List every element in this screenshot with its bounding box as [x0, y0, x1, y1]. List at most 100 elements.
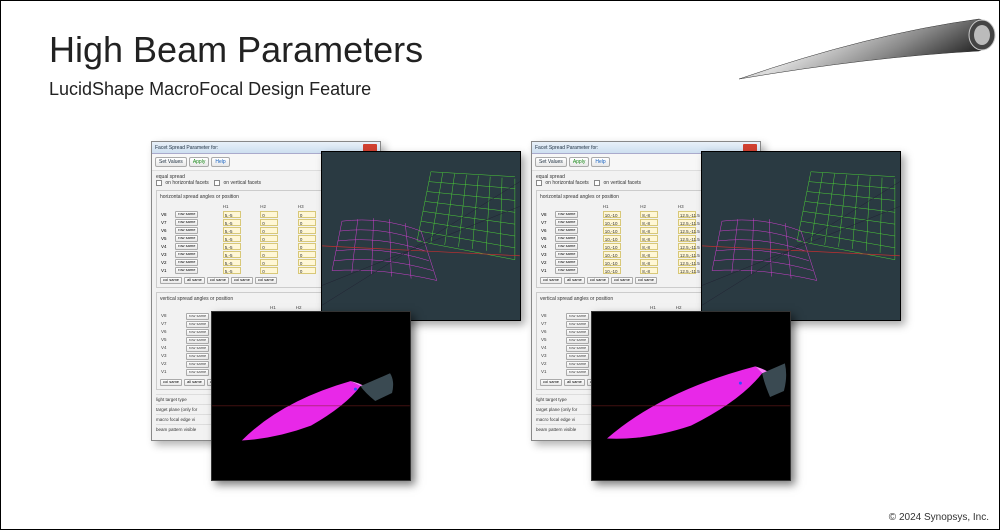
apply-button[interactable]: Apply [569, 157, 590, 167]
row-same-button[interactable]: row same [186, 345, 209, 352]
cell-input[interactable]: 10,-10 [603, 211, 621, 218]
set-values-button[interactable]: Set Values [155, 157, 187, 167]
cell-input[interactable]: 12.5,-11.5 [678, 227, 696, 234]
help-button[interactable]: Help [211, 157, 229, 167]
row-same-button[interactable]: row same [555, 219, 578, 226]
cell-input[interactable]: 8,-8 [640, 243, 658, 250]
vertical-checkbox[interactable] [594, 180, 600, 186]
row-same-button[interactable]: row same [186, 361, 209, 368]
grid-viewport-right[interactable] [701, 151, 901, 321]
row-same-button[interactable]: row same [555, 259, 578, 266]
grid-viewport-left[interactable] [321, 151, 521, 321]
row-same-button[interactable]: row same [555, 267, 578, 274]
all-same-button[interactable]: all same [564, 379, 585, 386]
row-same-button[interactable]: row same [186, 313, 209, 320]
row-same-button[interactable]: row same [566, 353, 589, 360]
cell-input[interactable]: 10,-10 [603, 243, 621, 250]
cell-input[interactable]: 0 [298, 251, 316, 258]
col-same-button[interactable]: col same [207, 277, 229, 284]
cell-input[interactable]: 8,-8 [640, 267, 658, 274]
row-same-button[interactable]: row same [186, 329, 209, 336]
cell-input[interactable]: 5,-5 [223, 267, 241, 274]
horizontal-checkbox[interactable] [156, 180, 162, 186]
cell-input[interactable]: 0 [298, 227, 316, 234]
cell-input[interactable]: 0 [298, 211, 316, 218]
row-same-button[interactable]: row same [566, 369, 589, 376]
cell-input[interactable]: 0 [260, 211, 278, 218]
cell-input[interactable]: 0 [260, 227, 278, 234]
row-same-button[interactable]: row same [175, 267, 198, 274]
cell-input[interactable]: 10,-10 [603, 259, 621, 266]
cell-input[interactable]: 12.5,-11.5 [678, 211, 696, 218]
all-same-button[interactable]: all same [184, 379, 205, 386]
cell-input[interactable]: 10,-10 [603, 219, 621, 226]
horizontal-checkbox[interactable] [536, 180, 542, 186]
cell-input[interactable]: 8,-8 [640, 227, 658, 234]
cell-input[interactable]: 0 [298, 219, 316, 226]
all-same-button[interactable]: all same [184, 277, 205, 284]
apply-button[interactable]: Apply [189, 157, 210, 167]
row-same-button[interactable]: row same [566, 361, 589, 368]
cell-input[interactable]: 0 [260, 251, 278, 258]
vertical-checkbox[interactable] [214, 180, 220, 186]
cell-input[interactable]: 0 [260, 219, 278, 226]
cell-input[interactable]: 12.5,-11.5 [678, 259, 696, 266]
cell-input[interactable]: 8,-8 [640, 235, 658, 242]
col-same-button[interactable]: col same [540, 379, 562, 386]
render-viewport-left[interactable] [211, 311, 411, 481]
cell-input[interactable]: 5,-5 [223, 251, 241, 258]
row-same-button[interactable]: row same [175, 243, 198, 250]
cell-input[interactable]: 8,-8 [640, 211, 658, 218]
row-same-button[interactable]: row same [186, 353, 209, 360]
cell-input[interactable]: 12.5,-11.5 [678, 243, 696, 250]
cell-input[interactable]: 10,-10 [603, 227, 621, 234]
cell-input[interactable]: 12.5,-11.5 [678, 267, 696, 274]
cell-input[interactable]: 0 [298, 235, 316, 242]
row-same-button[interactable]: row same [175, 235, 198, 242]
cell-input[interactable]: 5,-5 [223, 211, 241, 218]
col-same-button[interactable]: col same [255, 277, 277, 284]
cell-input[interactable]: 5,-5 [223, 219, 241, 226]
cell-input[interactable]: 5,-5 [223, 243, 241, 250]
col-same-button[interactable]: col same [587, 277, 609, 284]
cell-input[interactable]: 0 [260, 243, 278, 250]
row-same-button[interactable]: row same [555, 211, 578, 218]
cell-input[interactable]: 10,-10 [603, 251, 621, 258]
row-same-button[interactable]: row same [175, 251, 198, 258]
cell-input[interactable]: 12.5,-11.5 [678, 235, 696, 242]
cell-input[interactable]: 10,-10 [603, 235, 621, 242]
col-same-button[interactable]: col same [635, 277, 657, 284]
cell-input[interactable]: 5,-5 [223, 235, 241, 242]
cell-input[interactable]: 8,-8 [640, 259, 658, 266]
cell-input[interactable]: 10,-10 [603, 267, 621, 274]
col-same-button[interactable]: col same [231, 277, 253, 284]
col-same-button[interactable]: col same [160, 379, 182, 386]
all-same-button[interactable]: all same [564, 277, 585, 284]
row-same-button[interactable]: row same [566, 329, 589, 336]
row-same-button[interactable]: row same [555, 227, 578, 234]
row-same-button[interactable]: row same [566, 337, 589, 344]
row-same-button[interactable]: row same [175, 211, 198, 218]
row-same-button[interactable]: row same [186, 321, 209, 328]
render-viewport-right[interactable] [591, 311, 791, 481]
row-same-button[interactable]: row same [186, 337, 209, 344]
col-same-button[interactable]: col same [611, 277, 633, 284]
row-same-button[interactable]: row same [555, 251, 578, 258]
row-same-button[interactable]: row same [566, 321, 589, 328]
col-same-button[interactable]: col same [540, 277, 562, 284]
cell-input[interactable]: 0 [260, 235, 278, 242]
cell-input[interactable]: 5,-5 [223, 227, 241, 234]
col-same-button[interactable]: col same [160, 277, 182, 284]
cell-input[interactable]: 12.5,-11.5 [678, 251, 696, 258]
cell-input[interactable]: 0 [260, 267, 278, 274]
cell-input[interactable]: 5,-5 [223, 259, 241, 266]
help-button[interactable]: Help [591, 157, 609, 167]
cell-input[interactable]: 0 [260, 259, 278, 266]
cell-input[interactable]: 8,-8 [640, 219, 658, 226]
row-same-button[interactable]: row same [175, 219, 198, 226]
row-same-button[interactable]: row same [186, 369, 209, 376]
row-same-button[interactable]: row same [566, 345, 589, 352]
cell-input[interactable]: 0 [298, 259, 316, 266]
cell-input[interactable]: 12.5,-11.5 [678, 219, 696, 226]
cell-input[interactable]: 8,-8 [640, 251, 658, 258]
